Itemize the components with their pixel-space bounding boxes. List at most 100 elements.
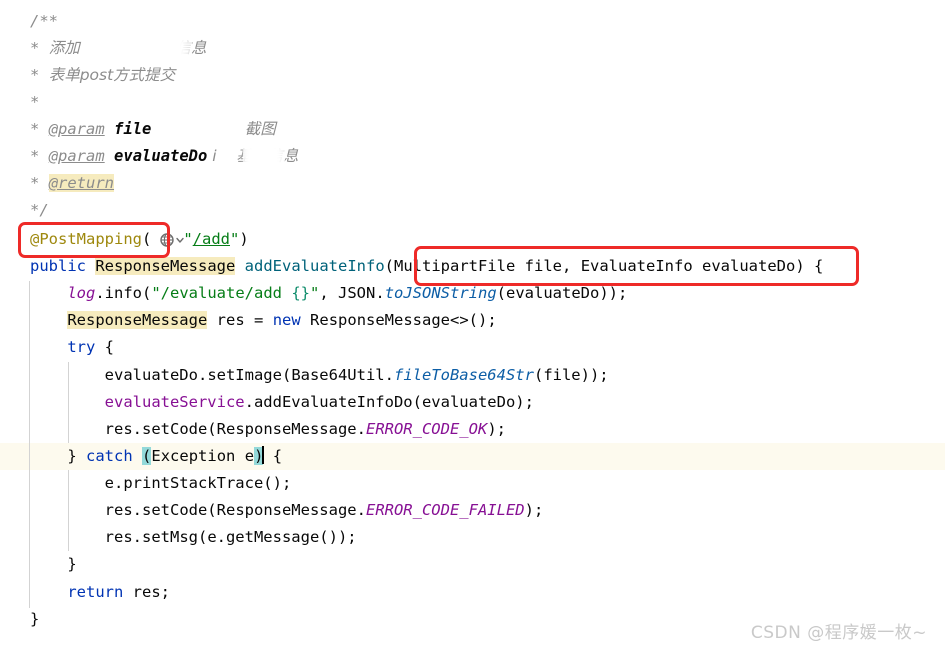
- javadoc-param-tag: @param: [48, 147, 105, 165]
- param-type-evaluateinfo: EvaluateInfo: [580, 257, 693, 275]
- set-image-call: .setImage(: [197, 366, 292, 384]
- javadoc-return-tag: @return: [48, 174, 115, 192]
- code-line-12[interactable]: try {: [0, 334, 945, 361]
- method-name[interactable]: addEvaluateInfo: [245, 257, 385, 275]
- url-mapping-inlay[interactable]: [160, 231, 185, 249]
- to-json-string: toJSONString: [384, 284, 497, 302]
- response-message-class: ResponseMessage: [216, 420, 357, 438]
- chevron-down-icon[interactable]: [175, 233, 185, 247]
- brace-open: {: [104, 338, 115, 356]
- javadoc-param-tag: @param: [48, 120, 105, 138]
- evaluate-service-field: evaluateService: [104, 393, 245, 411]
- exception-variable: e: [244, 447, 255, 465]
- javadoc-star: *: [30, 147, 40, 165]
- code-line-21[interactable]: return res;: [0, 579, 945, 606]
- keyword-return: return: [67, 583, 124, 601]
- javadoc-star: *: [30, 39, 40, 57]
- set-code-call: .setCode(: [132, 501, 217, 519]
- code-line-5[interactable]: * @param evaluateDo i 基础信息: [0, 143, 945, 170]
- globe-icon[interactable]: [160, 233, 174, 247]
- code-line-18[interactable]: res.setCode(ResponseMessage.ERROR_CODE_F…: [0, 497, 945, 524]
- arg-evaluate-do: evaluateDo: [421, 393, 516, 411]
- code-line-4[interactable]: * @param file 截图: [0, 116, 945, 143]
- annotation-open-paren: (: [141, 230, 152, 248]
- semicolon: ;: [160, 583, 171, 601]
- param-type-multipartfile: MultipartFile: [394, 257, 516, 275]
- variable-res: res: [132, 583, 161, 601]
- keyword-new: new: [272, 311, 301, 329]
- code-line-7[interactable]: */: [0, 197, 945, 224]
- code-line-8[interactable]: @PostMapping("/add"): [0, 226, 945, 253]
- javadoc-param1-name: file: [114, 120, 152, 138]
- return-type: ResponseMessage: [95, 257, 236, 275]
- paren-close: ): [795, 257, 805, 275]
- code-line-10[interactable]: log.info("/evaluate/add {}", JSON.toJSON…: [0, 280, 945, 307]
- log-placeholder: {}: [291, 284, 310, 302]
- quote: ": [151, 284, 161, 302]
- arg-evaluate-do: evaluateDo: [506, 284, 600, 302]
- arg-file: file: [543, 366, 581, 384]
- javadoc-open: /**: [30, 12, 58, 30]
- brace-open: {: [272, 447, 283, 465]
- keyword-public: public: [30, 257, 86, 275]
- code-editor[interactable]: /** * 添加 个基础信息 * 表单post方式提交 * * @param f…: [0, 0, 945, 655]
- brace-close: }: [67, 447, 77, 465]
- javadoc-star: *: [30, 120, 40, 138]
- param-name-evaluatedo: evaluateDo: [702, 257, 796, 275]
- variable-res: res: [216, 311, 245, 329]
- redaction-box-1-feather: [84, 38, 192, 63]
- code-line-9[interactable]: public ResponseMessage addEvaluateInfo(M…: [0, 253, 945, 280]
- annotation-close-paren: ): [239, 230, 249, 248]
- csdn-watermark: CSDN @程序媛一枚~: [750, 623, 927, 643]
- screenshot-root: /** * 添加 个基础信息 * 表单post方式提交 * * @param f…: [0, 0, 945, 655]
- variable-res: res: [104, 528, 133, 546]
- set-code-call: .setCode(: [132, 420, 217, 438]
- code-line-6[interactable]: * @return: [0, 170, 945, 197]
- constructed-type: ResponseMessage: [310, 311, 451, 329]
- log-info-call: .info(: [95, 284, 152, 302]
- javadoc-param1-desc: 截图: [244, 120, 276, 138]
- mapping-path[interactable]: /add: [193, 230, 230, 248]
- postmapping-annotation[interactable]: @PostMapping: [30, 230, 142, 248]
- keyword-catch: catch: [86, 447, 133, 465]
- param-name-file: file: [524, 257, 562, 275]
- code-line-3[interactable]: *: [0, 89, 945, 116]
- code-line-15[interactable]: res.setCode(ResponseMessage.ERROR_CODE_O…: [0, 416, 945, 443]
- get-message-call: e.getMessage(): [207, 528, 338, 546]
- javadoc-form-text: 表单post方式提交: [48, 66, 176, 84]
- matched-paren-open: (: [142, 447, 152, 465]
- brace-open: {: [814, 257, 824, 275]
- code-line-14[interactable]: evaluateService.addEvaluateInfoDo(evalua…: [0, 389, 945, 416]
- param-comma: ,: [562, 257, 572, 275]
- variable-res: res: [104, 420, 133, 438]
- code-line-13[interactable]: evaluateDo.setImage(Base64Util.fileToBas…: [0, 362, 945, 389]
- code-line-20[interactable]: }: [0, 551, 945, 578]
- code-line-19[interactable]: res.setMsg(e.getMessage());: [0, 524, 945, 551]
- log-format-text: /evaluate/add: [160, 284, 292, 302]
- error-code-failed-constant: ERROR_CODE_FAILED: [365, 501, 525, 519]
- code-line-16[interactable]: } catch (Exception e) {: [0, 443, 945, 470]
- redaction-box-2-feather: [243, 148, 285, 172]
- file-to-base64-method: fileToBase64Str: [393, 366, 534, 384]
- code-line-17[interactable]: e.printStackTrace();: [0, 470, 945, 497]
- javadoc-add-prefix: 添加: [48, 39, 80, 57]
- diamond-operator: <>();: [450, 311, 497, 329]
- error-code-ok-constant: ERROR_CODE_OK: [365, 420, 488, 438]
- json-class: JSON: [338, 284, 376, 302]
- quote: ": [310, 284, 320, 302]
- code-line-0[interactable]: /**: [0, 8, 945, 35]
- code-line-2[interactable]: * 表单post方式提交: [0, 62, 945, 89]
- print-stack-trace-call: e.printStackTrace();: [104, 474, 292, 492]
- set-msg-call: .setMsg(: [132, 528, 208, 546]
- paren-open: (: [384, 257, 394, 275]
- brace-close: }: [30, 610, 40, 628]
- logger-field: log: [67, 284, 96, 302]
- code-line-11[interactable]: ResponseMessage res = new ResponseMessag…: [0, 307, 945, 334]
- variable-res: res: [104, 501, 133, 519]
- javadoc-star: *: [30, 174, 40, 192]
- javadoc-param2-name: evaluateDo: [114, 147, 208, 165]
- response-message-class: ResponseMessage: [216, 501, 357, 519]
- keyword-try: try: [67, 338, 96, 356]
- javadoc-close: */: [30, 201, 49, 219]
- base64-util-class: Base64Util: [291, 366, 385, 384]
